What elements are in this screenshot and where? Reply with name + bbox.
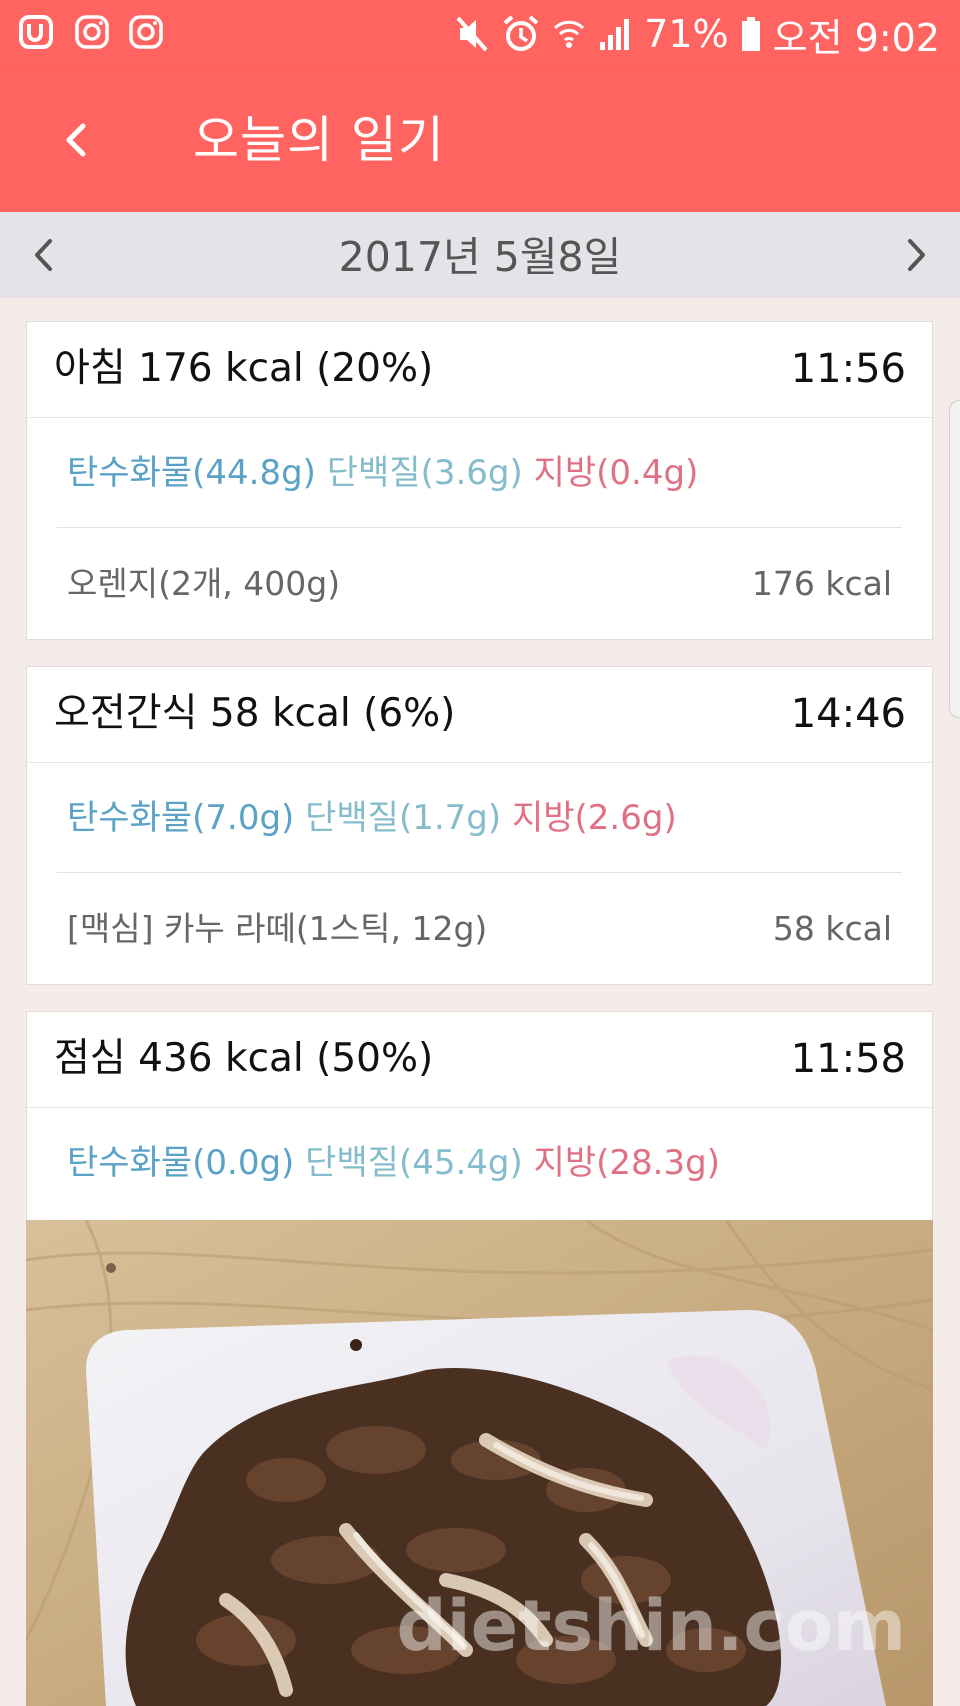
meal-header: 점심 436 kcal (50%) 11:58: [27, 1012, 932, 1108]
back-button[interactable]: [44, 108, 108, 172]
macro-summary: 탄수화물(44.8g) 단백질(3.6g) 지방(0.4g): [27, 418, 932, 528]
date-navigation: 2017년 5월8일: [0, 212, 960, 298]
meal-card-breakfast[interactable]: 아침 176 kcal (20%) 11:56 탄수화물(44.8g) 단백질(…: [26, 321, 933, 640]
meal-photo-image: dietshin.com: [26, 1220, 933, 1706]
meal-header: 아침 176 kcal (20%) 11:56: [27, 322, 932, 418]
instagram-icon: [129, 15, 163, 49]
food-item[interactable]: [맥심] 카누 라떼(1스틱, 12g) 58 kcal: [27, 873, 932, 985]
watermark: dietshin.com: [397, 1585, 906, 1667]
system-status: 71% 오전 9:02: [454, 10, 940, 60]
protein-amount: 단백질(45.4g): [305, 1143, 523, 1183]
meal-time: 11:56: [790, 346, 906, 392]
mute-icon: [456, 16, 488, 52]
status-bar: 71% 오전 9:02: [0, 0, 960, 70]
instagram-icon: [75, 15, 109, 49]
meal-time: 11:58: [790, 1036, 906, 1082]
meal-title: 점심 436 kcal (50%): [54, 1036, 434, 1081]
meal-title: 오전간식 58 kcal (6%): [54, 691, 456, 736]
app-bar: 오늘의 일기: [0, 70, 960, 212]
scrollbar[interactable]: [949, 400, 960, 718]
meal-card-lunch[interactable]: 점심 436 kcal (50%) 11:58 탄수화물(0.0g) 단백질(4…: [26, 1011, 933, 1221]
meal-card-morning-snack[interactable]: 오전간식 58 kcal (6%) 14:46 탄수화물(7.0g) 단백질(1…: [26, 666, 933, 985]
macro-summary: 탄수화물(7.0g) 단백질(1.7g) 지방(2.6g): [27, 763, 932, 873]
meal-header: 오전간식 58 kcal (6%) 14:46: [27, 667, 932, 763]
carb-amount: 탄수화물(0.0g): [67, 1143, 295, 1183]
food-name: 오렌지(2개, 400g): [67, 564, 341, 603]
fat-amount: 지방(2.6g): [511, 798, 677, 838]
chevron-left-icon: [66, 123, 86, 157]
meal-time: 14:46: [790, 691, 906, 737]
protein-amount: 단백질(3.6g): [326, 453, 523, 493]
alarm-icon: [503, 15, 539, 51]
clock: 오전 9:02: [772, 15, 940, 60]
chevron-right-icon: [908, 239, 925, 271]
fat-amount: 지방(28.3g): [533, 1143, 720, 1183]
carb-amount: 탄수화물(44.8g): [67, 453, 316, 493]
battery-icon: [741, 17, 760, 51]
notification-icons: [18, 12, 166, 52]
food-item[interactable]: 오렌지(2개, 400g) 176 kcal: [27, 528, 932, 640]
food-kcal: 58 kcal: [772, 909, 892, 948]
signal-icon: [600, 19, 630, 50]
page-title: 오늘의 일기: [193, 111, 445, 169]
next-day-button[interactable]: [892, 230, 942, 280]
wifi-icon: [554, 20, 585, 48]
u-plus-icon: [19, 15, 53, 49]
current-date: 2017년 5월8일: [338, 233, 622, 281]
battery-percent: 71%: [644, 12, 729, 56]
food-kcal: 176 kcal: [751, 564, 892, 603]
macro-summary: 탄수화물(0.0g) 단백질(45.4g) 지방(28.3g): [27, 1108, 932, 1218]
meal-photo[interactable]: dietshin.com: [26, 1220, 933, 1706]
meal-title: 아침 176 kcal (20%): [54, 346, 434, 391]
protein-amount: 단백질(1.7g): [305, 798, 502, 838]
food-name: [맥심] 카누 라떼(1스틱, 12g): [67, 909, 488, 948]
carb-amount: 탄수화물(7.0g): [67, 798, 295, 838]
fat-amount: 지방(0.4g): [533, 453, 699, 493]
